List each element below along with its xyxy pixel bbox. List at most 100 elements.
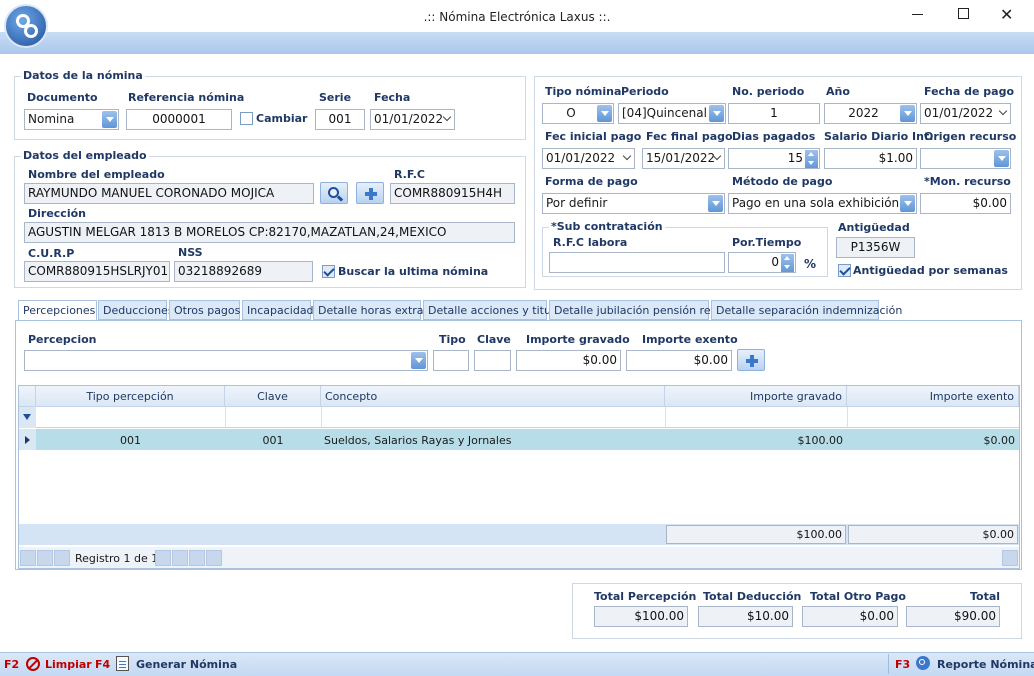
filter-cell-separators [225,407,226,428]
documento-label: Documento [27,91,98,104]
no-periodo-input[interactable]: 1 [728,103,820,124]
anio-value: 2022 [848,106,879,120]
col-importe-exento[interactable]: Importe exento [847,386,1019,407]
forma-pago-label: Forma de pago [545,175,638,188]
percepcion-select[interactable] [24,350,428,371]
importe-exento-input[interactable]: $0.00 [626,350,732,371]
total-otro-label: Total Otro Pago [810,590,906,603]
tipo-input[interactable] [433,350,469,371]
rfc-labora-input[interactable] [549,252,725,273]
forma-pago-value: Por definir [546,196,608,210]
antiguedad-label: Antigüedad [838,221,910,234]
add-percepcion-button[interactable] [737,349,765,371]
col-concepto[interactable]: Concepto [321,386,665,407]
tipo-nomina-select[interactable]: O [542,103,614,124]
direccion-input[interactable]: AGUSTIN MELGAR 1813 B MORELOS CP:82170,M… [24,222,515,243]
mon-recurso-input[interactable]: $0.00 [920,193,1011,214]
tab-percepciones[interactable]: Percepciones [18,300,97,321]
curp-input[interactable]: COMR880915HSLRJY01 [24,261,170,282]
stepper-arrows-icon[interactable] [781,254,794,272]
antiguedad-input[interactable]: P1356W [836,237,915,258]
buscar-ultima-checkbox[interactable] [322,265,335,278]
fec-final-picker[interactable]: 15/01/2022 [642,148,725,169]
col-importe-gravado[interactable]: Importe gravado [665,386,847,407]
rfc-input[interactable]: COMR880915H4H [390,183,515,204]
scroll-right-icon[interactable] [1002,550,1018,566]
salario-input[interactable]: $1.00 [824,148,917,169]
tipo-label: Tipo [439,333,466,346]
col-clave[interactable]: Clave [225,386,321,407]
nav-next-icon[interactable] [155,550,171,566]
referencia-input[interactable]: 0000001 [126,109,232,130]
cambiar-checkbox[interactable] [240,112,253,125]
mon-recurso-label: *Mon. recurso [924,175,1011,188]
tab-otros-pagos[interactable]: Otros pagos [169,300,240,320]
cancel-icon [26,657,40,671]
stepper-arrows-icon[interactable] [805,150,818,168]
serie-input[interactable]: 001 [315,109,365,130]
col-tipo-percepcion[interactable]: Tipo percepción [36,386,225,407]
dias-stepper[interactable]: 15 [728,148,820,169]
tab-deducciones[interactable]: Deducciones [98,300,174,320]
tab-jubilacion[interactable]: Detalle jubilación pensión retiro [549,300,729,320]
nav-first-icon[interactable] [20,550,36,566]
origen-select[interactable] [920,148,1011,169]
scroll-left-icon[interactable] [206,550,222,566]
close-icon[interactable]: ✕ [1000,5,1013,24]
minimize-icon[interactable] [912,14,923,15]
limpiar-label: Limpiar [45,658,92,671]
tab-acciones-titulo[interactable]: Detalle acciones y titulo [423,300,561,320]
total-percepcion-label: Total Percepción [594,590,697,603]
summary-gravado: $100.00 [666,525,846,544]
search-employee-button[interactable] [320,182,348,204]
add-employee-button[interactable] [356,182,384,204]
anio-select[interactable]: 2022 [824,103,917,124]
antiguedad-semanas-checkbox[interactable] [838,264,851,277]
filter-row[interactable] [19,407,1019,428]
tipo-nomina-value: O [566,106,576,120]
nav-last-icon[interactable] [189,550,205,566]
clave-input[interactable] [474,350,511,371]
fec-final-label: Fec final pago [646,130,733,143]
por-tiempo-stepper[interactable]: 0 [728,252,796,273]
total-percepcion-value: $100.00 [594,606,688,627]
cambiar-label: Cambiar [256,112,308,125]
nss-input[interactable]: 03218892689 [174,261,313,282]
clave-label: Clave [477,333,511,346]
row-selector-icon[interactable] [19,429,36,450]
window-title: .:: Nómina Electrónica Laxus ::. [423,10,611,24]
row-tipo: 001 [120,434,141,447]
origen-label: Origen recurso [924,130,1017,143]
fecha-pago-picker[interactable]: 01/01/2022 [920,103,1011,124]
metodo-pago-value: Pago en una sola exhibición [732,196,900,210]
nav-prev-icon[interactable] [54,550,70,566]
limpiar-button[interactable]: Limpiar [24,655,92,673]
generar-nomina-button[interactable]: Generar Nómina [114,655,237,673]
tab-incapacidad[interactable]: Incapacidad [242,300,314,320]
chevron-down-icon [411,352,426,369]
tab-separacion[interactable]: Detalle separación indemnización [711,300,902,320]
reporte-nomina-button[interactable]: Reporte Nómina [914,655,1034,673]
tab-horas-extras[interactable]: Detalle horas extras [313,300,429,320]
chevron-down-icon [442,112,452,122]
periodo-select[interactable]: [04]Quincenal [618,103,726,124]
forma-pago-select[interactable]: Por definir [542,193,725,214]
sub-contratacion-title: *Sub contratación [549,220,665,233]
documento-select[interactable]: Nomina [24,109,119,130]
fecha-value: 01/01/2022 [374,112,444,126]
importe-gravado-input[interactable]: $0.00 [516,350,621,371]
nav-prev-page-icon[interactable] [37,550,53,566]
nombre-input[interactable]: RAYMUNDO MANUEL CORONADO MOJICA [24,183,314,204]
nav-next-page-icon[interactable] [172,550,188,566]
filter-icon[interactable] [19,407,36,428]
metodo-pago-select[interactable]: Pago en una sola exhibición [728,193,917,214]
total-otro-value: $0.00 [802,606,898,627]
document-icon [116,656,129,671]
total-deduccion-label: Total Deducción [703,590,802,603]
fecha-picker[interactable]: 01/01/2022 [370,109,455,130]
fec-inicial-picker[interactable]: 01/01/2022 [542,148,635,169]
chevron-down-icon [622,151,632,161]
referencia-label: Referencia nómina [128,91,245,104]
curp-label: C.U.R.P [28,247,75,260]
maximize-icon[interactable] [958,8,969,19]
